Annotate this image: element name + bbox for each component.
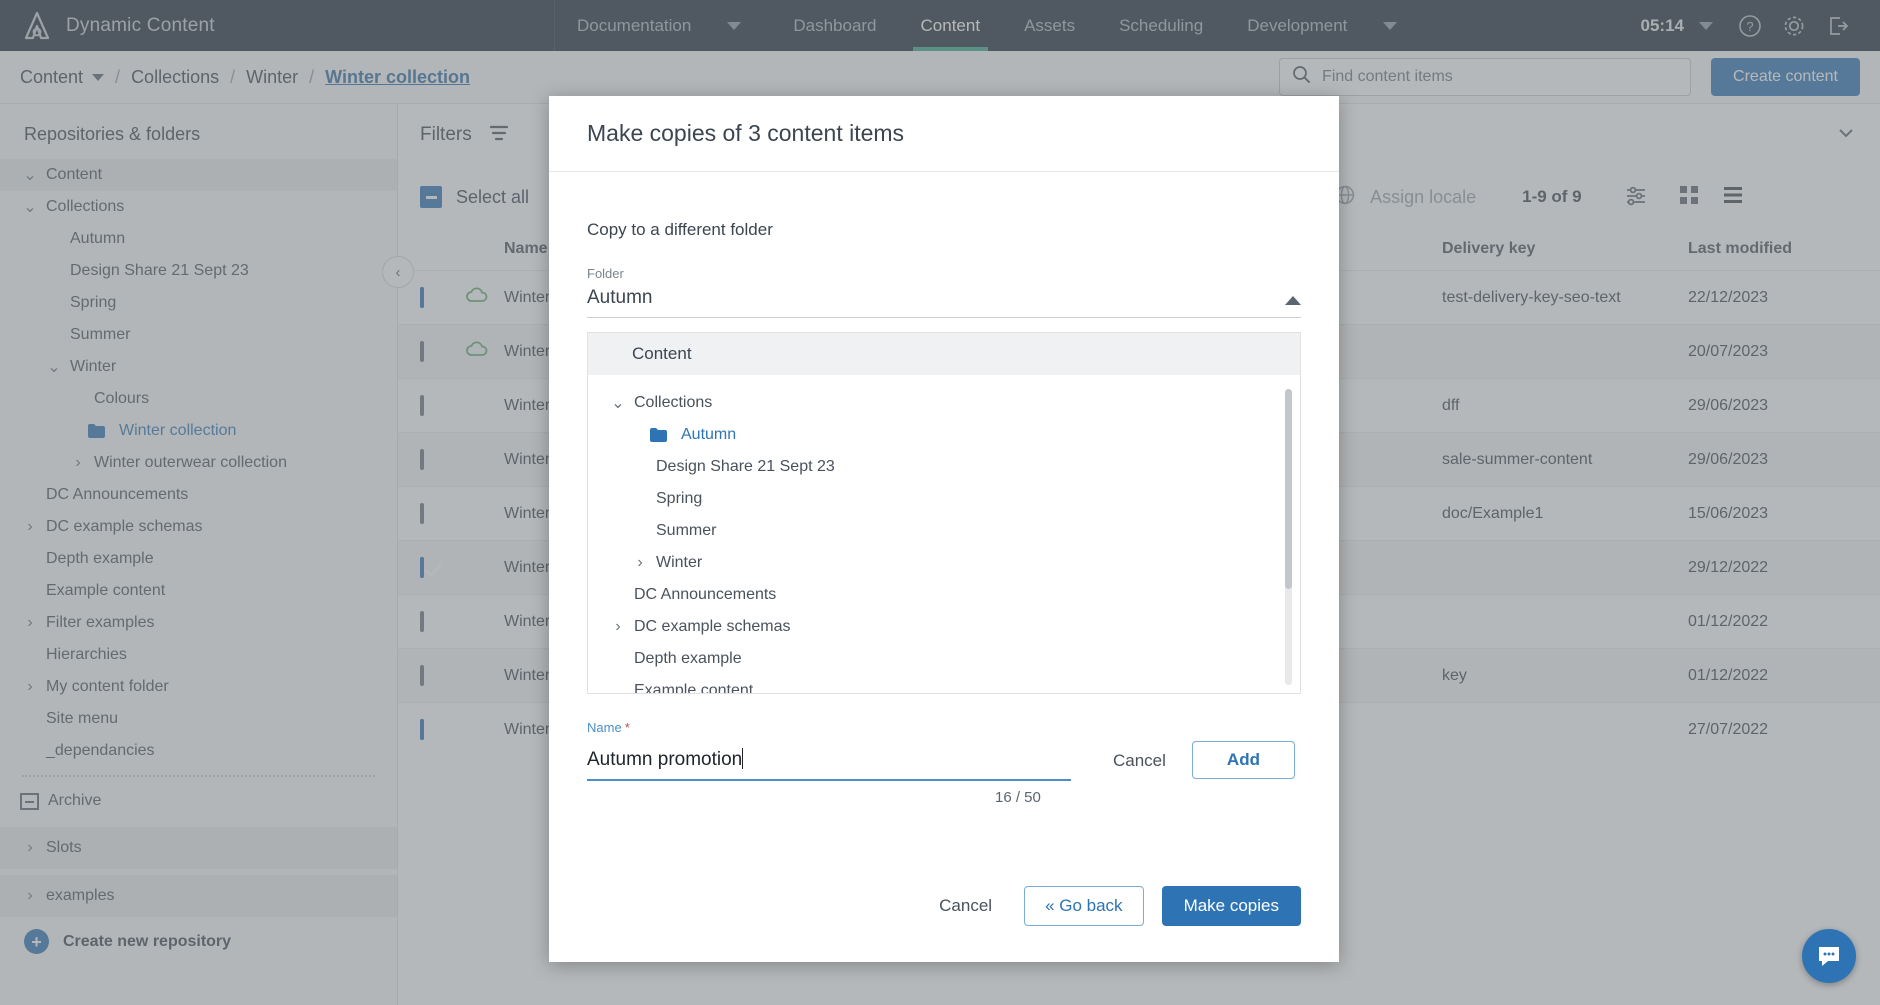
dropdown-item-dc-example-schemas[interactable]: › DC example schemas [588,611,1300,643]
go-back-button[interactable]: « Go back [1024,886,1144,926]
name-input-value: Autumn promotion [587,749,742,770]
make-copies-button[interactable]: Make copies [1162,886,1301,926]
dropdown-scrollbar-thumb[interactable] [1285,389,1292,589]
add-button[interactable]: Add [1192,741,1295,779]
folder-select-value: Autumn [587,287,652,309]
dropdown-item-label: Depth example [634,650,742,668]
dropdown-item-label: Example content [634,682,753,693]
dropdown-item-autumn[interactable]: ·Autumn [588,419,1300,451]
make-copies-dialog: Make copies of 3 content items Copy to a… [549,96,1339,962]
folder-field-label: Folder [587,266,1301,281]
name-character-counter: 16 / 50 [995,789,1301,806]
dropdown-item-label: Autumn [681,426,736,444]
dropdown-item-label: Spring [656,490,702,508]
name-field-label-text: Name [587,720,622,735]
dropdown-item-label: Summer [656,522,716,540]
dropdown-item-label: Collections [634,394,712,412]
dialog-body: Copy to a different folder Folder Autumn… [549,172,1339,850]
dropdown-item-label: DC Announcements [634,586,776,604]
chevron-up-icon [1285,296,1301,305]
dropdown-scrollbar[interactable] [1285,389,1292,685]
text-cursor [742,748,743,769]
dropdown-item-summer[interactable]: ·Summer [588,515,1300,547]
dropdown-item-depth-example[interactable]: ·Depth example [588,643,1300,675]
dropdown-item-spring[interactable]: ·Spring [588,483,1300,515]
dropdown-item-dc-announcements[interactable]: ·DC Announcements [588,579,1300,611]
dropdown-item-label: Design Share 21 Sept 23 [656,458,835,476]
name-input-row: Autumn promotion Cancel Add [587,741,1301,781]
dialog-header: Make copies of 3 content items [549,96,1339,172]
copy-to-folder-label: Copy to a different folder [587,220,1301,240]
dropdown-item-label: DC example schemas [634,618,791,636]
dropdown-item-example-content[interactable]: ·Example content [588,675,1300,693]
dropdown-tree: ⌄ Collections ·Autumn·Design Share 21 Sept… [588,375,1300,693]
dropdown-item-winter[interactable]: › Winter [588,547,1300,579]
dialog-footer: Cancel « Go back Make copies [549,850,1339,962]
folder-dropdown: Content ⌄ Collections ·Autumn·Design Share… [587,332,1301,694]
dropdown-root-label: Content [632,344,692,364]
chevron-right-icon[interactable]: › [630,553,650,573]
chat-icon[interactable] [1802,929,1856,983]
dropdown-root-item[interactable]: Content [588,333,1300,375]
folder-icon [650,428,667,442]
chevron-right-icon[interactable]: › [608,617,628,637]
dropdown-item-collections[interactable]: ⌄ Collections [588,387,1300,419]
required-marker: * [625,720,630,735]
dropdown-item-design-share-21-sept-23[interactable]: ·Design Share 21 Sept 23 [588,451,1300,483]
dropdown-item-label: Winter [656,554,702,572]
app-root: Dynamic Content Documentation Dashboard … [0,0,1880,1005]
inline-cancel-button[interactable]: Cancel [1113,751,1166,771]
folder-select[interactable]: Autumn [587,287,1301,318]
name-field-label: Name* [587,720,1301,735]
name-input[interactable]: Autumn promotion [587,748,1071,781]
footer-cancel-button[interactable]: Cancel [925,896,1006,916]
chevron-down-icon[interactable]: ⌄ [608,393,628,413]
dialog-title: Make copies of 3 content items [587,120,904,147]
